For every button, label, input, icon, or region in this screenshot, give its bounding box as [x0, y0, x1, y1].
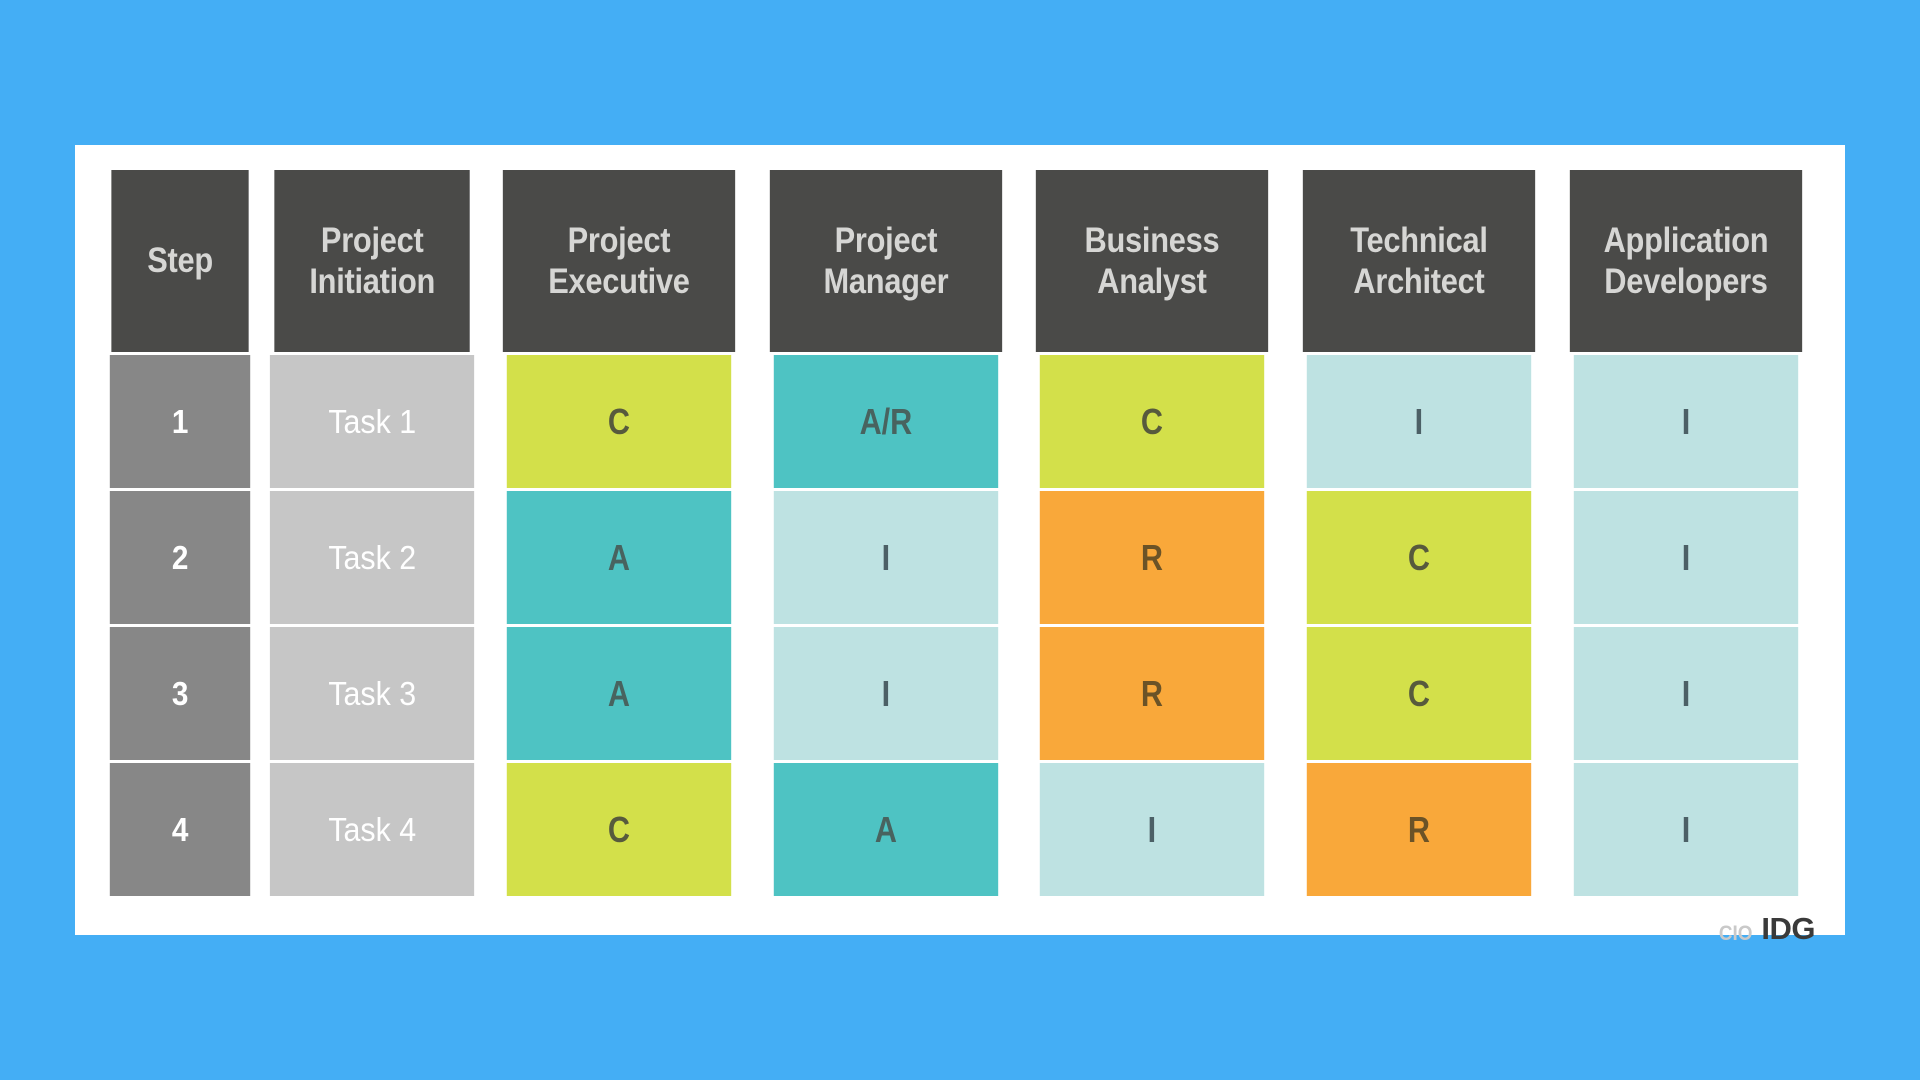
cio-logo-text: CIO	[1718, 922, 1753, 945]
raci-cell-project_manager: A	[773, 763, 998, 896]
raci-matrix-table: Step Project Initiation Project Executiv…	[99, 167, 1821, 899]
column-header-project-manager-line2: Manager	[823, 262, 948, 301]
column-header-step: Step	[111, 170, 249, 352]
step-number-cell: 2	[109, 491, 251, 624]
raci-cell-project_executive: A	[506, 491, 731, 624]
raci-cell-project_executive: C	[506, 763, 731, 896]
raci-cell-business_analyst: C	[1040, 355, 1265, 488]
task-name-cell: Task 4	[270, 763, 475, 896]
table-row: 2 Task 2AIRCI	[102, 491, 1818, 624]
table-header: Step Project Initiation Project Executiv…	[102, 170, 1818, 352]
column-header-step-label: Step	[147, 241, 213, 281]
raci-cell-project_manager: A/R	[773, 355, 998, 488]
column-header-project-executive: Project Executive	[502, 170, 735, 352]
raci-cell-project_executive: A	[506, 627, 731, 760]
column-header-application-developers: Application Developers	[1569, 170, 1803, 352]
raci-cell-technical_architect: R	[1307, 763, 1532, 896]
raci-cell-application_developers: I	[1573, 627, 1799, 760]
idg-logo-text: IDG	[1761, 911, 1815, 946]
column-header-technical-architect-line1: Technical	[1350, 220, 1488, 260]
column-header-application-developers-line1: Application	[1603, 220, 1769, 260]
raci-cell-project_manager: I	[773, 491, 998, 624]
column-header-technical-architect-line2: Architect	[1353, 262, 1485, 301]
raci-cell-business_analyst: R	[1040, 627, 1265, 760]
table-body: 1 Task 1 C A/R C I I 2 Task 2 A I R C I 3 Task 3AIRCI4T…	[102, 355, 1818, 896]
column-header-project-initiation-line2: Initiation	[309, 262, 436, 301]
step-number-cell: 1	[109, 355, 251, 488]
column-header-project-executive-line1: Project	[567, 220, 670, 260]
raci-cell-project_executive: C	[506, 355, 731, 488]
step-number-cell: 4	[109, 763, 251, 896]
task-name-cell: Task 3	[270, 627, 475, 760]
column-header-business-analyst-line2: Analyst	[1097, 262, 1208, 301]
raci-cell-technical_architect: I	[1307, 355, 1532, 488]
raci-cell-business_analyst: R	[1040, 491, 1265, 624]
raci-cell-technical_architect: C	[1307, 491, 1532, 624]
raci-cell-application_developers: I	[1573, 491, 1799, 624]
footer-branding: CIO IDG	[99, 899, 1821, 948]
raci-cell-application_developers: I	[1573, 355, 1799, 488]
raci-cell-application_developers: I	[1573, 763, 1799, 896]
column-header-application-developers-line2: Developers	[1604, 262, 1768, 301]
raci-matrix-card: Step Project Initiation Project Executiv…	[75, 145, 1845, 944]
column-header-project-executive-line2: Executive	[547, 262, 690, 301]
raci-cell-business_analyst: I	[1040, 763, 1265, 896]
task-name-cell: Task 2	[270, 491, 475, 624]
column-header-project-initiation-line1: Project	[321, 220, 424, 260]
column-header-project-manager: Project Manager	[769, 170, 1002, 352]
table-row: 4 Task 4CAIRI	[102, 763, 1818, 896]
column-header-business-analyst: Business Analyst	[1036, 170, 1269, 352]
raci-cell-project_manager: I	[773, 627, 998, 760]
task-name-cell: Task 1	[270, 355, 475, 488]
column-header-technical-architect: Technical Architect	[1303, 170, 1536, 352]
table-row: 3 Task 3AIRCI	[102, 627, 1818, 760]
raci-cell-technical_architect: C	[1307, 627, 1532, 760]
column-header-project-manager-line1: Project	[834, 220, 937, 260]
header-row: Step Project Initiation Project Executiv…	[102, 170, 1818, 352]
table-row: 1 Task 1 C A/R C I I	[102, 355, 1818, 488]
column-header-business-analyst-line1: Business	[1084, 220, 1220, 260]
step-number-cell: 3	[109, 627, 251, 760]
column-header-project-initiation: Project Initiation	[274, 170, 471, 352]
